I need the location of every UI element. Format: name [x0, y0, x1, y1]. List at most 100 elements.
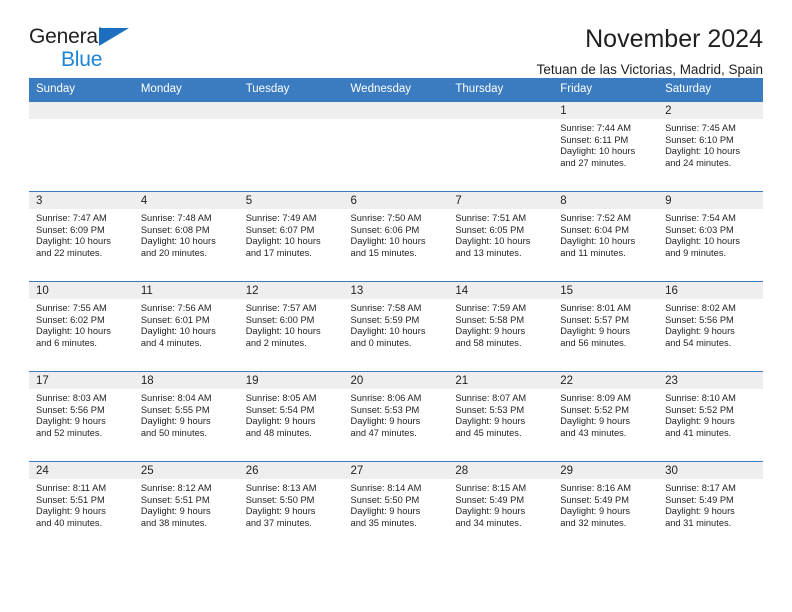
- daylight-text-line2: and 34 minutes.: [455, 517, 522, 528]
- sunset-text: Sunset: 5:52 PM: [665, 404, 734, 415]
- day-number: 9: [658, 192, 763, 209]
- daylight-text-line1: Daylight: 9 hours: [245, 416, 316, 427]
- day-sun-info: Sunrise: 7:54 AM Sunset: 6:03 PM Daylight:…: [658, 209, 763, 259]
- day-number: 15: [553, 282, 659, 299]
- calendar-day-cell[interactable]: 29 Sunrise: 8:16 AM Sunset: 5:49 PM Dayligh…: [553, 461, 659, 552]
- daylight-text-line2: and 47 minutes.: [350, 427, 417, 438]
- calendar-day-cell[interactable]: 25 Sunrise: 8:12 AM Sunset: 5:51 PM Dayligh…: [133, 461, 239, 552]
- day-number: 13: [343, 282, 449, 299]
- day-number: 22: [553, 372, 659, 389]
- day-number: 21: [448, 372, 554, 389]
- calendar-day-cell[interactable]: 24 Sunrise: 8:11 AM Sunset: 5:51 PM Dayligh…: [29, 461, 134, 552]
- calendar-day-cell-empty: [343, 101, 449, 192]
- calendar-week-row: 1 Sunrise: 7:44 AM Sunset: 6:11 PM Daylight…: [29, 101, 763, 192]
- day-number: 6: [343, 192, 449, 209]
- daylight-text-line2: and 11 minutes.: [560, 247, 626, 258]
- calendar-day-cell[interactable]: 3 Sunrise: 7:47 AM Sunset: 6:09 PM Daylight…: [29, 191, 134, 282]
- day-sun-info: Sunrise: 8:13 AM Sunset: 5:50 PM Daylight:…: [239, 479, 344, 529]
- daylight-text-line2: and 43 minutes.: [560, 427, 627, 438]
- daylight-text-line2: and 6 minutes.: [36, 337, 97, 348]
- calendar-page: General Blue November 2024 Tetuan de las…: [0, 0, 792, 612]
- day-sun-info: Sunrise: 8:02 AM Sunset: 5:56 PM Daylight:…: [658, 299, 763, 349]
- calendar-day-cell-empty: [133, 101, 239, 192]
- calendar-day-cell[interactable]: 18 Sunrise: 8:04 AM Sunset: 5:55 PM Dayligh…: [133, 371, 239, 462]
- daylight-text-line1: Daylight: 10 hours: [140, 326, 216, 337]
- logo-word-general: General: [29, 25, 103, 48]
- sunrise-text: Sunrise: 8:11 AM: [36, 483, 107, 493]
- sunrise-text: Sunrise: 8:13 AM: [245, 483, 317, 493]
- calendar-day-cell[interactable]: 12 Sunrise: 7:57 AM Sunset: 6:00 PM Dayligh…: [238, 281, 344, 372]
- calendar-day-cell[interactable]: 7 Sunrise: 7:51 AM Sunset: 6:05 PM Daylight…: [448, 191, 554, 282]
- calendar-day-cell[interactable]: 10 Sunrise: 7:55 AM Sunset: 6:02 PM Dayligh…: [29, 281, 134, 372]
- calendar-day-cell[interactable]: 16 Sunrise: 8:02 AM Sunset: 5:56 PM Dayligh…: [658, 281, 763, 372]
- day-sun-info: Sunrise: 8:14 AM Sunset: 5:50 PM Daylight:…: [344, 479, 449, 529]
- daylight-text-line2: and 20 minutes.: [140, 247, 207, 258]
- sunset-text: Sunset: 5:54 PM: [245, 404, 315, 415]
- day-number: [343, 102, 449, 119]
- calendar-day-cell[interactable]: 9 Sunrise: 7:54 AM Sunset: 6:03 PM Daylight…: [658, 191, 763, 282]
- sunrise-text: Sunrise: 7:44 AM: [560, 123, 632, 133]
- sunset-text: Sunset: 6:02 PM: [36, 314, 105, 325]
- daylight-text-line1: Daylight: 9 hours: [560, 326, 630, 337]
- calendar-day-cell[interactable]: 27 Sunrise: 8:14 AM Sunset: 5:50 PM Dayligh…: [343, 461, 449, 552]
- calendar-day-cell[interactable]: 11 Sunrise: 7:56 AM Sunset: 6:01 PM Dayligh…: [133, 281, 239, 372]
- day-sun-info: Sunrise: 8:11 AM Sunset: 5:51 PM Daylight:…: [29, 479, 134, 529]
- calendar-day-cell[interactable]: 17 Sunrise: 8:03 AM Sunset: 5:56 PM Dayligh…: [29, 371, 134, 462]
- calendar-day-cell[interactable]: 14 Sunrise: 7:59 AM Sunset: 5:58 PM Dayligh…: [448, 281, 554, 372]
- daylight-text-line2: and 45 minutes.: [455, 427, 522, 438]
- sunset-text: Sunset: 6:09 PM: [36, 224, 105, 235]
- daylight-text-line1: Daylight: 9 hours: [36, 416, 106, 427]
- day-sun-info: Sunrise: 8:01 AM Sunset: 5:57 PM Daylight:…: [553, 299, 658, 349]
- day-number: 18: [133, 372, 239, 389]
- weekday-header-sunday: Sunday: [29, 78, 134, 102]
- sunset-text: Sunset: 6:08 PM: [140, 224, 210, 235]
- calendar-day-cell[interactable]: 13 Sunrise: 7:58 AM Sunset: 5:59 PM Dayligh…: [343, 281, 449, 372]
- calendar-day-cell[interactable]: 1 Sunrise: 7:44 AM Sunset: 6:11 PM Daylight…: [553, 101, 659, 192]
- sunrise-text: Sunrise: 7:56 AM: [140, 303, 212, 313]
- daylight-text-line2: and 38 minutes.: [140, 517, 207, 528]
- calendar-day-cell[interactable]: 4 Sunrise: 7:48 AM Sunset: 6:08 PM Daylight…: [133, 191, 239, 282]
- calendar-day-cell[interactable]: 26 Sunrise: 8:13 AM Sunset: 5:50 PM Dayligh…: [238, 461, 344, 552]
- general-blue-logo[interactable]: General Blue: [29, 26, 149, 74]
- calendar-day-cell[interactable]: 15 Sunrise: 8:01 AM Sunset: 5:57 PM Dayligh…: [553, 281, 659, 372]
- calendar-week-row: 17 Sunrise: 8:03 AM Sunset: 5:56 PM Dayligh…: [29, 371, 763, 462]
- logo-word-blue: Blue: [61, 48, 103, 71]
- sunrise-text: Sunrise: 7:57 AM: [245, 303, 317, 313]
- day-number: 1: [553, 102, 659, 119]
- calendar-day-cell-empty: [238, 101, 344, 192]
- calendar-day-cell[interactable]: 6 Sunrise: 7:50 AM Sunset: 6:06 PM Daylight…: [343, 191, 449, 282]
- calendar-day-cell[interactable]: 19 Sunrise: 8:05 AM Sunset: 5:54 PM Dayligh…: [238, 371, 344, 462]
- calendar-day-cell[interactable]: 8 Sunrise: 7:52 AM Sunset: 6:04 PM Daylight…: [553, 191, 659, 282]
- day-number: 29: [553, 462, 659, 479]
- calendar-day-cell[interactable]: 30 Sunrise: 8:17 AM Sunset: 5:49 PM Dayligh…: [658, 461, 763, 552]
- day-sun-info: Sunrise: 8:10 AM Sunset: 5:52 PM Daylight:…: [658, 389, 763, 439]
- day-sun-info: Sunrise: 7:49 AM Sunset: 6:07 PM Daylight:…: [239, 209, 344, 259]
- sunset-text: Sunset: 5:53 PM: [455, 404, 525, 415]
- sunset-text: Sunset: 6:00 PM: [245, 314, 315, 325]
- calendar-day-cell[interactable]: 20 Sunrise: 8:06 AM Sunset: 5:53 PM Dayligh…: [343, 371, 449, 462]
- calendar-day-cell[interactable]: 28 Sunrise: 8:15 AM Sunset: 5:49 PM Dayligh…: [448, 461, 554, 552]
- day-number: [133, 102, 239, 119]
- day-number: [29, 102, 134, 119]
- day-sun-info: Sunrise: 7:44 AM Sunset: 6:11 PM Daylight:…: [553, 119, 658, 169]
- daylight-text-line2: and 0 minutes.: [350, 337, 412, 348]
- calendar-day-cell[interactable]: 2 Sunrise: 7:45 AM Sunset: 6:10 PM Daylight…: [658, 101, 763, 192]
- sunset-text: Sunset: 5:56 PM: [665, 314, 734, 325]
- daylight-text-line1: Daylight: 10 hours: [36, 326, 111, 337]
- daylight-text-line1: Daylight: 9 hours: [455, 416, 526, 427]
- calendar-day-cell[interactable]: 21 Sunrise: 8:07 AM Sunset: 5:53 PM Dayligh…: [448, 371, 554, 462]
- sunrise-text: Sunrise: 7:49 AM: [245, 213, 317, 223]
- daylight-text-line1: Daylight: 9 hours: [245, 506, 316, 517]
- daylight-text-line2: and 17 minutes.: [245, 247, 312, 258]
- calendar-day-cell[interactable]: 23 Sunrise: 8:10 AM Sunset: 5:52 PM Dayligh…: [658, 371, 763, 462]
- calendar-day-cell-empty: [29, 101, 134, 192]
- calendar-day-cell[interactable]: 22 Sunrise: 8:09 AM Sunset: 5:52 PM Dayligh…: [553, 371, 659, 462]
- daylight-text-line2: and 48 minutes.: [245, 427, 312, 438]
- daylight-text-line1: Daylight: 10 hours: [140, 236, 216, 247]
- sunset-text: Sunset: 5:49 PM: [665, 494, 734, 505]
- calendar-day-cell[interactable]: 5 Sunrise: 7:49 AM Sunset: 6:07 PM Daylight…: [238, 191, 344, 282]
- daylight-text-line2: and 35 minutes.: [350, 517, 417, 528]
- daylight-text-line2: and 40 minutes.: [36, 517, 103, 528]
- day-sun-info: Sunrise: 7:48 AM Sunset: 6:08 PM Daylight:…: [134, 209, 239, 259]
- sunset-text: Sunset: 6:11 PM: [560, 134, 629, 145]
